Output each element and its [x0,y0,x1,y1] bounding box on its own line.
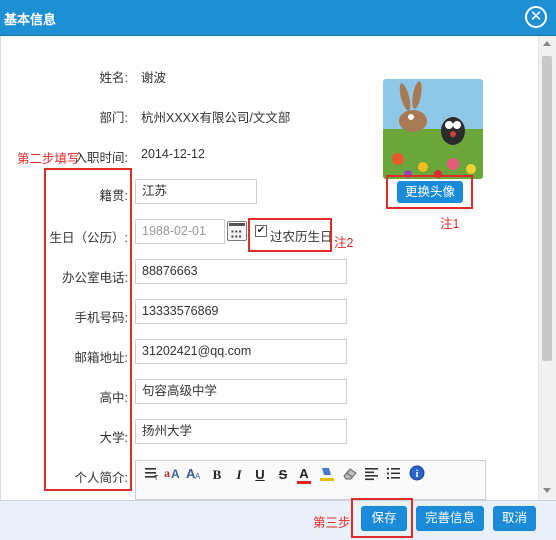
name-label: 姓名: [99,71,128,85]
complete-info-button[interactable]: 完善信息 [416,506,484,531]
eraser-icon[interactable] [342,465,358,485]
underline-icon[interactable]: U [253,465,267,485]
mobile-input[interactable]: 13333576869 [135,299,347,324]
email-input[interactable]: 31202421@qq.com [135,339,347,364]
window-titlebar: 基本信息 ✕ [0,0,556,36]
step3-annotation: 第三步 [313,516,351,530]
align-icon[interactable] [364,465,380,485]
department-value: 杭州XXXX有限公司/文文部 [141,111,291,125]
note2-annotation: 注2 [334,236,354,250]
step3-highlight-box [351,498,413,538]
university-input[interactable]: 扬州大学 [135,419,347,444]
strikethrough-icon[interactable]: S [276,465,290,485]
italic-icon[interactable]: I [232,465,246,485]
vertical-scrollbar[interactable] [538,36,556,500]
svg-text:T: T [154,475,159,481]
svg-text:i: i [416,469,419,480]
native-place-input[interactable]: 江苏 [135,179,257,204]
highlight-icon[interactable] [318,465,336,485]
note1-annotation: 注1 [440,217,460,231]
name-value: 谢波 [141,71,167,85]
scrollbar-thumb[interactable] [542,56,552,361]
high-school-input[interactable]: 句容高级中学 [135,379,347,404]
font-family-icon[interactable]: aA [164,465,182,485]
paragraph-icon[interactable]: T [144,465,160,485]
list-icon[interactable] [386,465,404,485]
bold-icon[interactable]: B [210,465,224,485]
birthday-input[interactable]: 1988-02-01 [135,219,225,244]
calendar-icon[interactable]: ▪▪▪ ▪▪▪ [227,221,247,241]
svg-text:A: A [171,467,180,481]
window-title: 基本信息 [4,12,57,27]
note2-highlight-box [248,218,332,252]
svg-text:A: A [195,472,201,481]
cancel-button[interactable]: 取消 [493,506,536,531]
scroll-up-icon[interactable] [543,41,551,46]
svg-text:a: a [164,466,170,480]
font-color-icon[interactable]: A [297,465,311,484]
note1-highlight-box [386,175,473,209]
avatar [383,79,483,179]
join-date-label: 入职时间: [74,151,128,165]
scroll-down-icon[interactable] [543,488,551,493]
rich-text-editor[interactable]: T aA AA B I U S A i [135,460,486,500]
department-label: 部门: [99,111,128,125]
step2-highlight-box [44,168,132,491]
join-date-value: 2014-12-12 [141,147,205,161]
office-phone-input[interactable]: 88876663 [135,259,347,284]
close-icon[interactable]: ✕ [525,6,547,28]
info-icon[interactable]: i [409,465,425,485]
font-size-icon[interactable]: AA [186,465,204,485]
